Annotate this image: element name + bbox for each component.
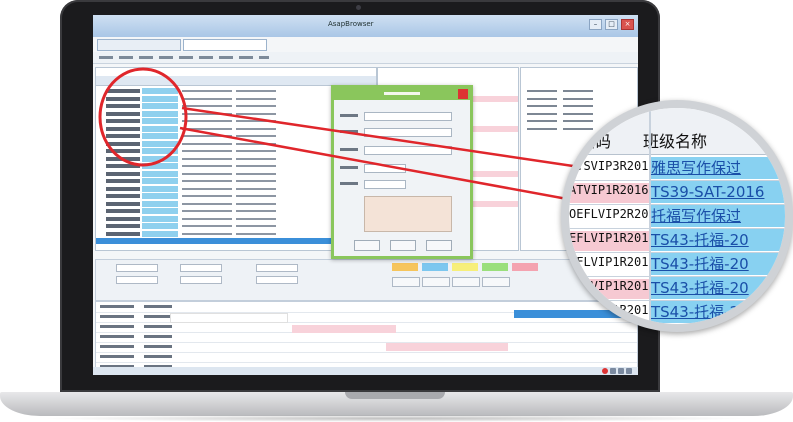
magnifier: 编码 班级名称 LTSVIP3R2016 雅思写作保过 ATVIP1R20161 TS… [561, 100, 793, 332]
header-class-name: 班级名称 [643, 132, 708, 151]
row-code: EFLVIP1R201 [569, 279, 649, 299]
table-row[interactable]: OEFLVIP2R201 托福写作保过 [569, 204, 785, 229]
table-row[interactable]: EFLVIP1R201 TS43-托福-20 [569, 252, 785, 277]
table-row[interactable]: EFLVIP1R201 TS43-托福-20 [569, 276, 785, 301]
table-row[interactable]: LTSVIP3R2016 雅思写作保过 [569, 156, 785, 181]
row-class-link[interactable]: 雅思写作保过 [651, 157, 785, 179]
row-class-link[interactable]: TS43-托福-20 [651, 229, 785, 251]
row-code: EFLVIP1R201 [569, 303, 649, 317]
row-class-link[interactable]: TS43-托福-20 [651, 301, 785, 323]
header-code: 编码 [579, 132, 612, 151]
row-code: ATVIP1R20161 [569, 183, 649, 203]
magnified-header: 编码 班级名称 [569, 108, 785, 155]
row-class-link[interactable]: TS43-托福-20 [651, 277, 785, 299]
magnifier-lens: 编码 班级名称 LTSVIP3R2016 雅思写作保过 ATVIP1R20161 TS… [569, 108, 785, 324]
table-row[interactable]: EFLVIP1R201 TS43-托福-20 [569, 228, 785, 253]
row-class-link[interactable]: TS39-SAT-2016 [651, 181, 785, 203]
row-code: EFLVIP1R201 [569, 255, 649, 269]
table-row[interactable]: ATVIP1R20161 TS39-SAT-2016 [569, 180, 785, 205]
row-code: LTSVIP3R2016 [569, 159, 649, 173]
highlight-circle [98, 67, 188, 167]
row-code: OEFLVIP2R201 [569, 207, 649, 221]
row-class-link[interactable]: 托福写作保过 [651, 205, 785, 227]
table-row[interactable]: EFLVIP1R201 TS43-托福-20 [569, 300, 785, 324]
row-code: EFLVIP1R201 [569, 231, 649, 251]
row-class-link[interactable]: TS43-托福-20 [651, 253, 785, 275]
